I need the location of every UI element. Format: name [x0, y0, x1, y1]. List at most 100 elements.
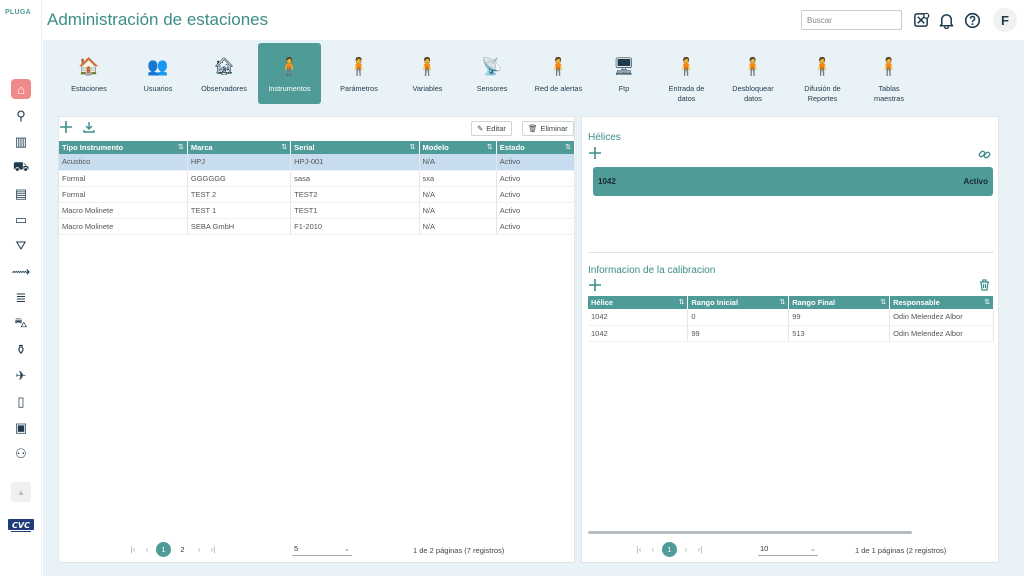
cvc-logo: CVC — [8, 518, 34, 534]
horizontal-scrollbar[interactable] — [588, 531, 912, 534]
instruments-page-size-select[interactable]: 5 ⌄ — [292, 541, 352, 556]
filter-icon[interactable]: ⇅ — [487, 143, 493, 151]
table-cell: Macro Molinete — [59, 202, 188, 219]
filter-icon[interactable]: ⇅ — [984, 298, 990, 306]
table-cell: Odin Melendez Albor — [889, 309, 994, 326]
column-header[interactable]: Rango Inicial ⇅ — [687, 296, 790, 309]
trash-icon: 🗑 — [528, 124, 538, 133]
add-calibration-icon[interactable] — [588, 278, 602, 292]
module-tablas-maestras[interactable]: 🧍 Tablas maestras — [859, 43, 919, 104]
column-header[interactable]: Responsable ⇅ — [889, 296, 994, 309]
table-row[interactable]: Macro Molinete TEST 1 TEST1 N/A Activo — [59, 202, 576, 219]
module-sensores[interactable]: 📡 Sensores — [462, 43, 522, 104]
network-settings-icon[interactable] — [911, 10, 931, 30]
module-parámetros[interactable]: 🧍 Parámetros — [325, 43, 393, 104]
column-header[interactable]: Modelo ⇅ — [419, 141, 497, 154]
filter-icon[interactable]: ⇅ — [779, 298, 785, 306]
module-label: Ftp — [618, 84, 630, 93]
pin-icon[interactable]: ⚲ — [11, 106, 31, 126]
filter-icon[interactable]: ⇅ — [565, 143, 571, 151]
filter-icon[interactable]: ⇅ — [410, 143, 416, 151]
building-icon[interactable]: ▥ — [11, 132, 31, 152]
page-number[interactable]: 2 — [175, 542, 190, 557]
module-instrumentos[interactable]: 🧍 Instrumentos — [258, 43, 321, 104]
module-label: Variables — [412, 84, 443, 93]
calibration-table: Hélice ⇅ Rango Inicial ⇅ Rango Final ⇅ Respons… — [588, 296, 994, 342]
column-header[interactable]: Serial ⇅ — [290, 141, 420, 154]
car-icon[interactable]: ⛍ — [11, 314, 31, 334]
filter-icon[interactable]: ⇅ — [880, 298, 886, 306]
calibration-page-size-select[interactable]: 10 ⌄ — [758, 541, 818, 556]
last-page-icon[interactable]: ›| — [206, 543, 220, 557]
delete-button[interactable]: 🗑 Eliminar — [522, 121, 574, 136]
table-row[interactable]: 1042 0 99 Odin Melendez Albor — [588, 309, 994, 326]
first-page-icon[interactable]: |‹ — [126, 543, 140, 557]
column-header-label: Responsable — [893, 298, 940, 307]
column-header[interactable]: Marca ⇅ — [187, 141, 292, 154]
module-toolbar: 🏠 Estaciones 👥 Usuarios 🏚 Observadores 🧍 Instru… — [55, 42, 915, 105]
home-icon[interactable]: ⌂ — [11, 79, 31, 99]
trash-icon[interactable] — [977, 278, 991, 292]
module-desbloquear-datos[interactable]: 🧍 Desbloquear datos — [720, 43, 786, 104]
collapse-icon[interactable]: ▲ — [11, 482, 31, 502]
prev-page-icon[interactable]: ‹ — [140, 543, 154, 557]
help-icon[interactable] — [962, 10, 982, 30]
module-ftp[interactable]: 🖥 Ftp — [595, 43, 653, 104]
edit-button[interactable]: ✎ Editar — [471, 121, 512, 136]
bell-icon[interactable] — [936, 10, 956, 30]
calibration-page-info: 1 de 1 páginas (2 registros) — [855, 546, 947, 555]
table-cell: Activo — [496, 170, 576, 187]
table-cell: GGGGGG — [187, 170, 292, 187]
module-difusión-de-reportes[interactable]: 🧍 Difusión de Reportes — [787, 43, 858, 104]
column-header[interactable]: Tipo Instrumento ⇅ — [59, 141, 188, 154]
edit-button-label: Editar — [486, 124, 506, 133]
add-helice-icon[interactable] — [588, 146, 602, 160]
delete-button-label: Eliminar — [540, 124, 568, 133]
table-row[interactable]: Macro Molinete SEBA GmbH F1-2010 N/A Activo — [59, 218, 576, 235]
module-variables[interactable]: 🧍 Variables — [395, 43, 460, 104]
helice-id: 1042 — [598, 177, 616, 186]
column-header[interactable]: Hélice ⇅ — [588, 296, 689, 309]
inbox-icon[interactable]: ▣ — [11, 418, 31, 438]
module-entrada-de-datos[interactable]: 🧍 Entrada de datos — [654, 43, 719, 104]
filter-icon[interactable]: ⇅ — [281, 143, 287, 151]
link-icon[interactable] — [977, 147, 991, 161]
truck-icon[interactable]: ⛟ — [11, 158, 31, 178]
page-number[interactable]: 1 — [156, 542, 171, 557]
module-red-de-alertas[interactable]: 🧍 Red de alertas — [524, 43, 593, 104]
avatar[interactable]: F — [993, 8, 1017, 32]
filter-icon[interactable]: ⇅ — [678, 298, 684, 306]
next-page-icon[interactable]: › — [679, 543, 693, 557]
last-page-icon[interactable]: ›| — [693, 543, 707, 557]
book-icon[interactable]: ▯ — [11, 392, 31, 412]
table-cell: Activo — [496, 186, 576, 203]
storage-icon[interactable]: ≣ — [11, 288, 31, 308]
rack-icon[interactable]: ▭ — [11, 210, 31, 230]
table-row[interactable]: Formal TEST 2 TEST2 N/A Activo — [59, 186, 576, 203]
page-number[interactable]: 1 — [662, 542, 677, 557]
server-icon[interactable]: ▤ — [11, 184, 31, 204]
helice-item[interactable]: 1042 Activo — [593, 167, 993, 196]
bottle-icon[interactable]: ⚱ — [11, 340, 31, 360]
table-row[interactable]: Acustico HPJ HPJ-001 N/A Activo — [59, 154, 576, 171]
column-header[interactable]: Rango Final ⇅ — [788, 296, 891, 309]
next-page-icon[interactable]: › — [192, 543, 206, 557]
users-icon[interactable]: ⚇ — [11, 444, 31, 464]
download-icon[interactable] — [82, 120, 96, 134]
wind-icon[interactable]: ⟿ — [11, 262, 31, 282]
add-icon[interactable] — [59, 119, 73, 135]
module-usuarios[interactable]: 👥 Usuarios — [125, 43, 191, 104]
module-estaciones[interactable]: 🏠 Estaciones — [55, 43, 123, 104]
search-input[interactable] — [801, 10, 902, 30]
prev-page-icon[interactable]: ‹ — [646, 543, 660, 557]
table-row[interactable]: Formal GGGGGG sasa sxa Activo — [59, 170, 576, 187]
first-page-icon[interactable]: |‹ — [632, 543, 646, 557]
table-row[interactable]: 1042 99 513 Odin Melendez Albor — [588, 325, 994, 342]
filter-icon[interactable]: ⇅ — [178, 143, 184, 151]
column-header[interactable]: Estado ⇅ — [496, 141, 576, 154]
pencil-icon: ✎ — [477, 124, 484, 133]
tap-icon[interactable]: ⛛ — [11, 236, 31, 256]
plane-icon[interactable]: ✈ — [11, 366, 31, 386]
module-observadores[interactable]: 🏚 Observadores — [192, 43, 256, 104]
module-illustration-icon: 🧍 — [416, 57, 439, 76]
